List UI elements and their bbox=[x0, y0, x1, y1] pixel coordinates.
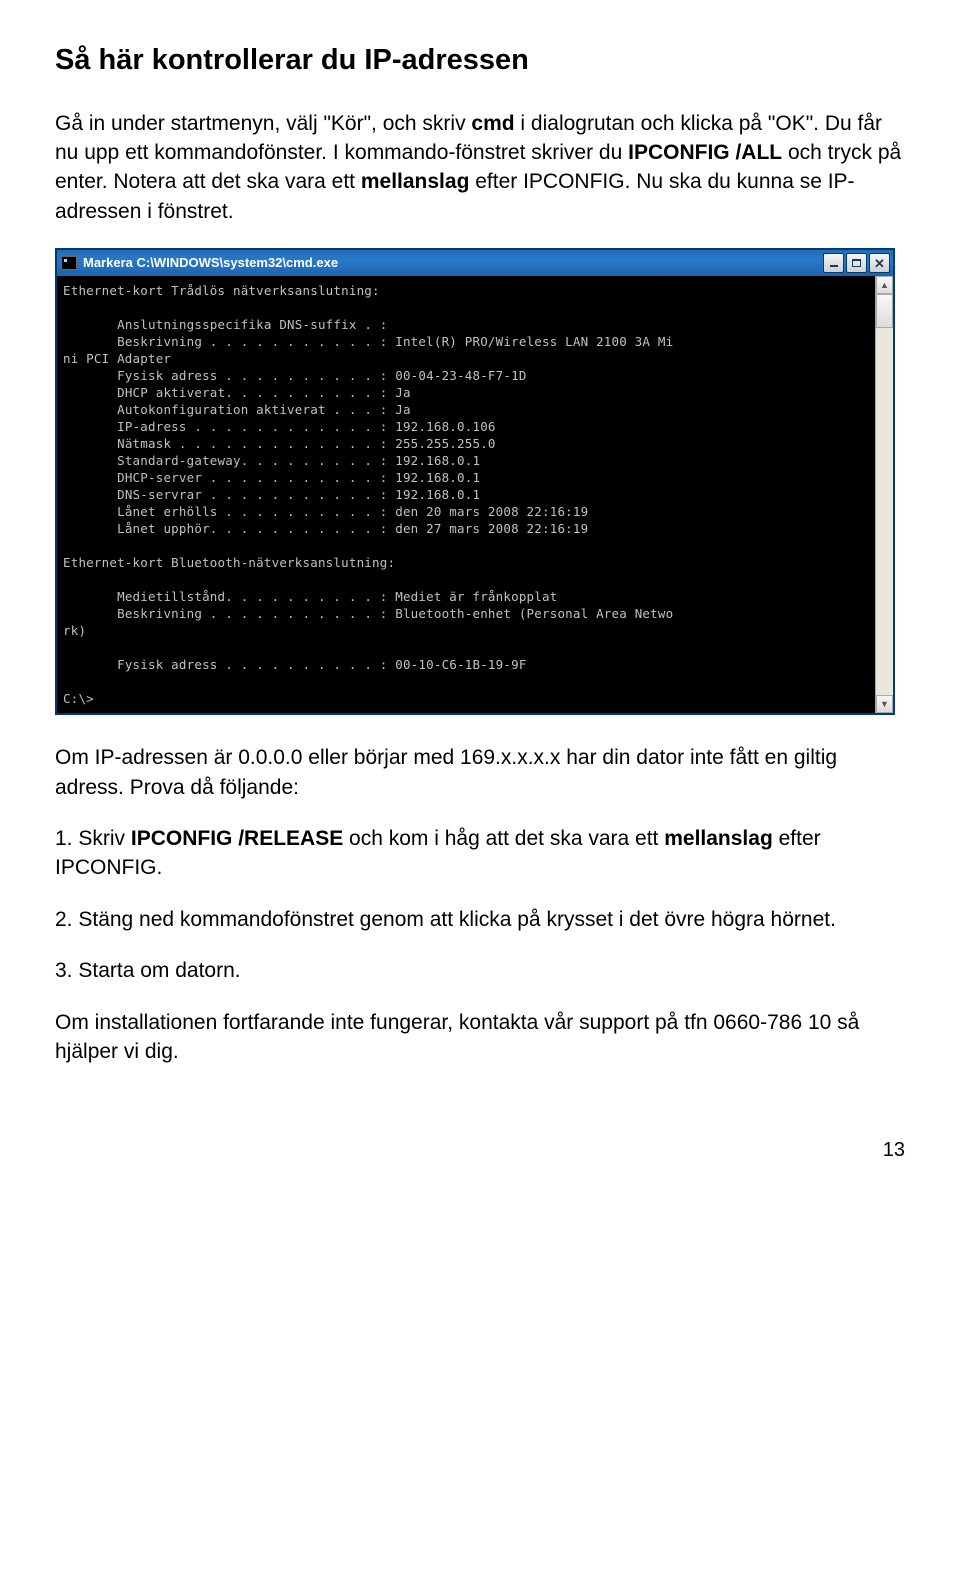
step-1: 1. Skriv IPCONFIG /RELEASE och kom i håg… bbox=[55, 824, 905, 883]
scroll-down-button[interactable]: ▼ bbox=[876, 695, 893, 713]
minimize-button[interactable] bbox=[823, 253, 844, 273]
step-2: 2. Stäng ned kommandofönstret genom att … bbox=[55, 905, 905, 934]
scroll-up-button[interactable]: ▲ bbox=[876, 276, 893, 294]
cmd-app-icon bbox=[61, 256, 77, 270]
maximize-button[interactable] bbox=[846, 253, 867, 273]
cmd-line: Standard-gateway. . . . . . . . . : 192.… bbox=[117, 453, 480, 468]
scroll-thumb[interactable] bbox=[876, 294, 893, 328]
cmd-line: Fysisk adress . . . . . . . . . . : 00-1… bbox=[117, 657, 526, 672]
cmd-line: Fysisk adress . . . . . . . . . . : 00-0… bbox=[117, 368, 526, 383]
text-bold: mellanslag bbox=[361, 170, 470, 193]
text: 1. Skriv bbox=[55, 827, 131, 850]
cmd-line: Ethernet-kort Bluetooth-nätverksanslutni… bbox=[63, 555, 395, 570]
cmd-output: Ethernet-kort Trådlös nätverksanslutning… bbox=[57, 276, 875, 713]
cmd-line: Nätmask . . . . . . . . . . . . . : 255.… bbox=[117, 436, 496, 451]
cmd-line: Autokonfiguration aktiverat . . . : Ja bbox=[117, 402, 411, 417]
cmd-line: IP-adress . . . . . . . . . . . . : 192.… bbox=[117, 419, 496, 434]
cmd-prompt: C:\> bbox=[63, 691, 94, 706]
page-number: 13 bbox=[55, 1136, 905, 1164]
cmd-line: Ethernet-kort Trådlös nätverksanslutning… bbox=[63, 283, 380, 298]
scroll-track[interactable] bbox=[876, 294, 893, 695]
cmd-line: ni PCI Adapter bbox=[63, 351, 171, 366]
cmd-line: DHCP aktiverat. . . . . . . . . . : Ja bbox=[117, 385, 411, 400]
scrollbar[interactable]: ▲ ▼ bbox=[875, 276, 893, 713]
cmd-line: Medietillstånd. . . . . . . . . . : Medi… bbox=[117, 589, 557, 604]
step-3: 3. Starta om datorn. bbox=[55, 956, 905, 985]
cmd-titlebar: Markera C:\WINDOWS\system32\cmd.exe ✕ bbox=[57, 250, 893, 276]
text-bold: cmd bbox=[471, 112, 514, 135]
cmd-line: DNS-servrar . . . . . . . . . . . : 192.… bbox=[117, 487, 480, 502]
cmd-window-title: Markera C:\WINDOWS\system32\cmd.exe bbox=[83, 254, 823, 272]
text: och kom i håg att det ska vara ett bbox=[343, 827, 664, 850]
cmd-line: Lånet erhölls . . . . . . . . . . : den … bbox=[117, 504, 588, 519]
paragraph-1: Gå in under startmenyn, välj "Kör", och … bbox=[55, 109, 905, 227]
text: Gå in under startmenyn, välj "Kör", och … bbox=[55, 112, 471, 135]
cmd-line: Beskrivning . . . . . . . . . . . : Inte… bbox=[117, 334, 673, 349]
text-bold: mellanslag bbox=[664, 827, 773, 850]
cmd-line: Beskrivning . . . . . . . . . . . : Blue… bbox=[117, 606, 673, 621]
cmd-line: DHCP-server . . . . . . . . . . . : 192.… bbox=[117, 470, 480, 485]
cmd-line: Anslutningsspecifika DNS-suffix . : bbox=[117, 317, 387, 332]
paragraph-2: Om IP-adressen är 0.0.0.0 eller börjar m… bbox=[55, 743, 905, 802]
page-title: Så här kontrollerar du IP-adressen bbox=[55, 40, 905, 81]
close-button[interactable]: ✕ bbox=[869, 253, 890, 273]
cmd-line: Lånet upphör. . . . . . . . . . . : den … bbox=[117, 521, 588, 536]
paragraph-support: Om installationen fortfarande inte funge… bbox=[55, 1008, 905, 1067]
cmd-window: Markera C:\WINDOWS\system32\cmd.exe ✕ Et… bbox=[55, 248, 895, 715]
cmd-line: rk) bbox=[63, 623, 86, 638]
text-bold: IPCONFIG /RELEASE bbox=[131, 827, 343, 850]
text-bold: IPCONFIG /ALL bbox=[628, 141, 782, 164]
window-buttons: ✕ bbox=[823, 253, 890, 273]
